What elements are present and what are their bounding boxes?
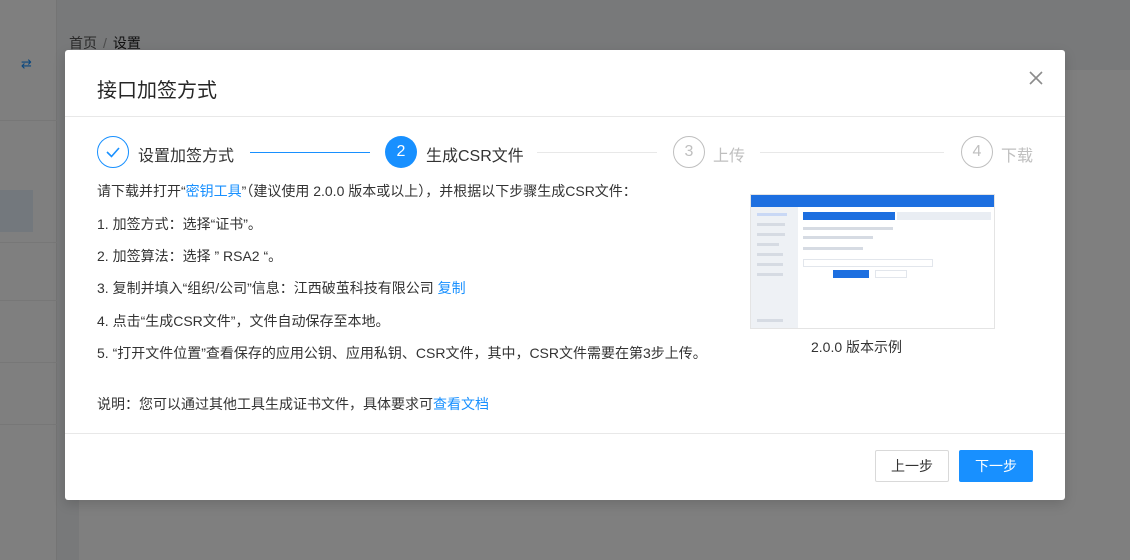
note-text: 说明：您可以通过其他工具生成证书文件，具体要求可查看文档 [97,394,489,414]
dialog-header: 接口加签方式 [65,50,1065,117]
instruction-3-text: 3. 复制并填入“组织/公司”信息：江西破茧科技有限公司 [97,280,438,296]
instruction-5: 5. “打开文件位置”查看保存的应用公钥、应用私钥、CSR文件，其中，CSR文件… [97,345,707,361]
key-tool-link[interactable]: 密钥工具 [186,183,242,199]
example-input [803,259,933,267]
example-button [875,270,907,278]
example-row [757,233,785,236]
prev-step-button[interactable]: 上一步 [875,450,949,482]
example-screenshot [750,194,995,329]
step-3-connector [760,152,944,153]
example-row [757,243,779,246]
signing-method-dialog: 接口加签方式 设置加签方式 2 生成CSR文件 3 上传 4 下载 请下载并打开… [65,50,1065,500]
steps: 设置加签方式 2 生成CSR文件 3 上传 4 下载 [97,136,1033,170]
close-icon[interactable] [1025,67,1047,89]
copy-org-link[interactable]: 复制 [438,280,466,296]
instruction-4: 4. 点击“生成CSR文件”，文件自动保存至本地。 [97,313,390,329]
example-row [757,253,783,256]
step-3-number: 3 [673,136,705,168]
intro-text: 请下载并打开“密钥工具”（建议使用 2.0.0 版本或以上），并根据以下步骤生成… [97,181,637,201]
step-1-connector [250,152,370,153]
instruction-2: 2. 加签算法：选择 ” RSA2 “。 [97,248,283,264]
example-caption: 2.0.0 版本示例 [811,339,903,355]
example-row [757,263,783,266]
view-docs-link[interactable]: 查看文档 [433,396,489,412]
example-titlebar [751,195,994,207]
note-prefix: 说明：您可以通过其他工具生成证书文件，具体要求可 [97,396,433,412]
example-step [897,212,991,220]
step-2-connector [537,152,657,153]
step-4-number: 4 [961,136,993,168]
step-2-number: 2 [385,136,417,168]
example-row [757,223,785,226]
example-row [757,319,783,322]
example-row [757,273,783,276]
example-row [803,247,863,250]
example-row [757,213,787,216]
step-2-label: 生成CSR文件 [426,148,524,165]
instruction-1: 1. 加签方式：选择“证书”。 [97,216,262,232]
example-button [833,270,869,278]
intro-prefix: 请下载并打开“ [97,183,186,199]
example-row [803,236,873,239]
next-step-button[interactable]: 下一步 [959,450,1033,482]
step-3-label: 上传 [713,148,746,165]
step-4-label: 下载 [1001,148,1034,165]
instruction-3: 3. 复制并填入“组织/公司”信息：江西破茧科技有限公司 复制 [97,278,466,298]
step-1-check-icon [97,136,129,168]
example-row [803,227,893,230]
intro-suffix: ”（建议使用 2.0.0 版本或以上），并根据以下步骤生成CSR文件： [241,183,637,199]
dialog-title: 接口加签方式 [97,80,217,102]
step-1-label: 设置加签方式 [138,148,235,165]
example-step-active [803,212,895,220]
dialog-footer: 上一步 下一步 [65,433,1065,500]
